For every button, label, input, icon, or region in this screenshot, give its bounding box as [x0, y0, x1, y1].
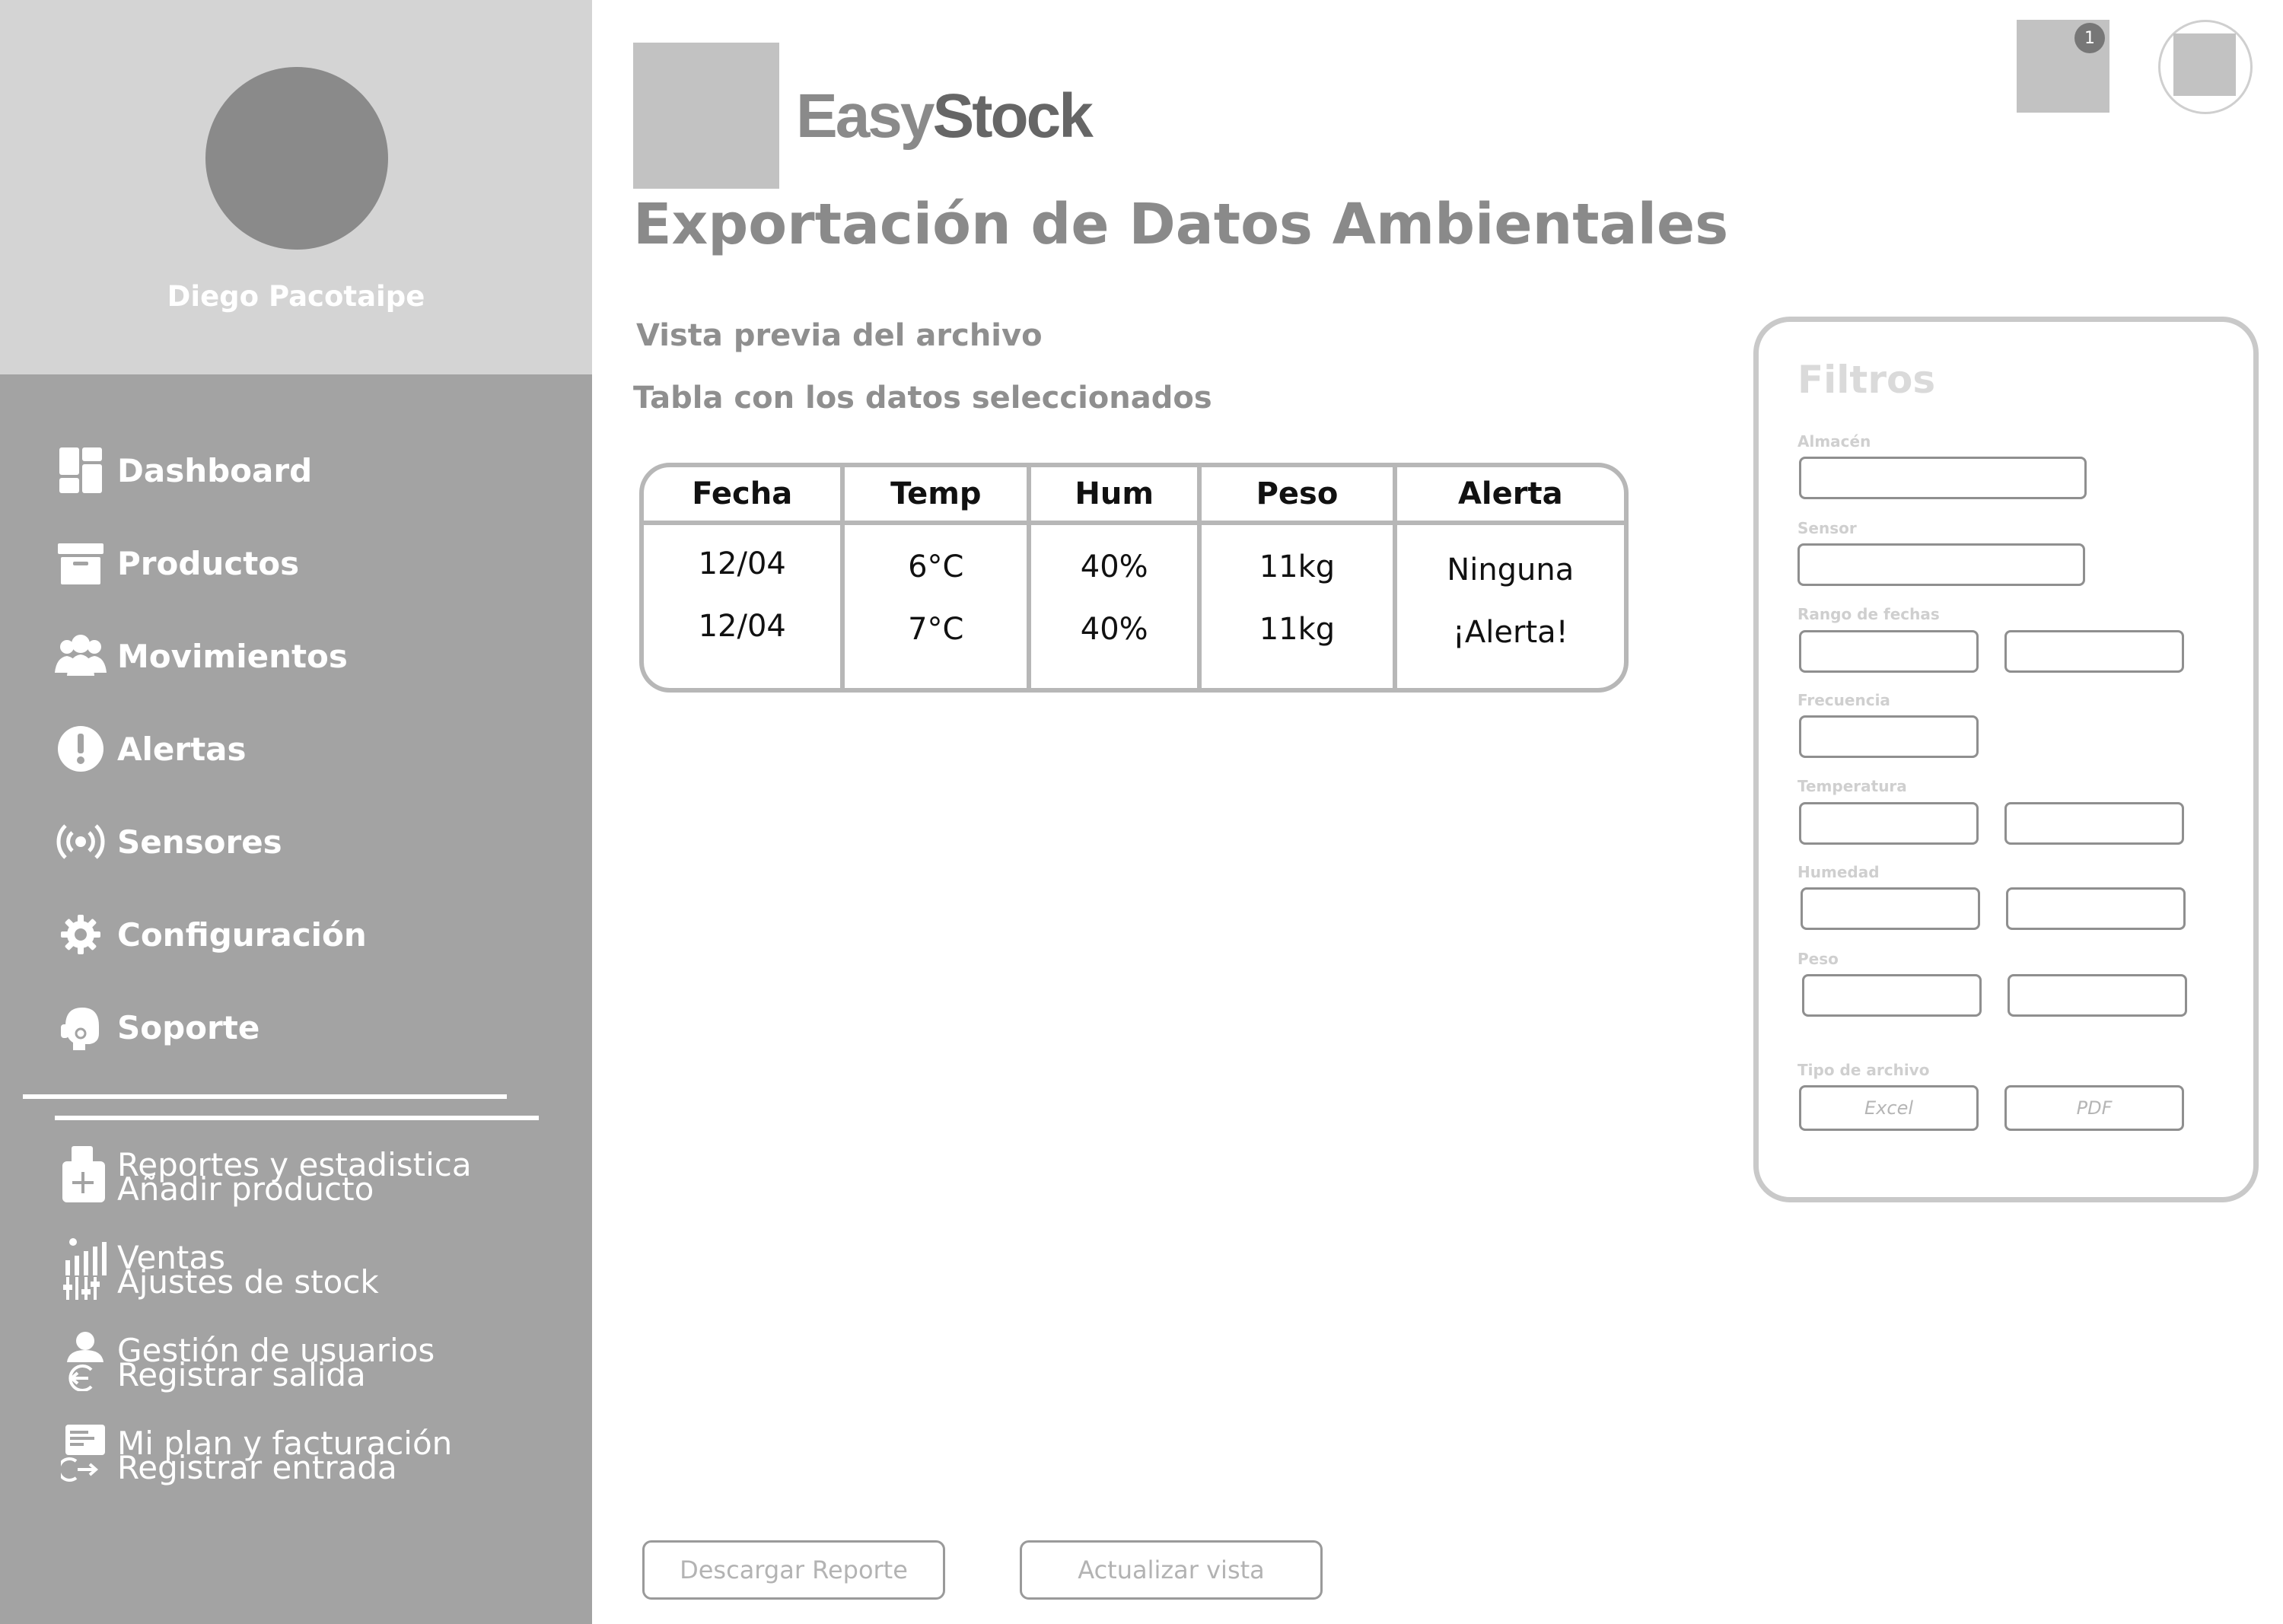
sidebar-item-label: Añadir producto — [117, 1170, 374, 1208]
cell-text: 12/04 — [698, 609, 786, 644]
date-from-input[interactable] — [1799, 630, 1979, 673]
cell-text: 11kg — [1259, 612, 1336, 647]
cell-text: 12/04 — [698, 546, 786, 581]
weight-min-input[interactable] — [1802, 974, 1982, 1017]
cell-text: 40% — [1080, 549, 1148, 584]
column-header: Hum — [1029, 467, 1202, 525]
avatar[interactable] — [205, 67, 388, 250]
preview-label: Vista previa del archivo — [636, 318, 1043, 353]
table-row: 12/04 12/04 6°C 7°C 40% 40% 11kg 11kg Ningun… — [644, 523, 1624, 688]
user-exit-icon — [61, 1330, 114, 1392]
refresh-view-button[interactable]: Actualizar vista — [1020, 1540, 1323, 1600]
sidebar-item-productos[interactable]: Productos — [53, 533, 540, 594]
table-cell: 6°C 7°C — [842, 523, 1032, 688]
data-table-container: Fecha Temp Hum Peso Alerta 12/04 12/04 6°… — [639, 463, 1629, 693]
sidebar-item-plan-entrada[interactable]: Mi plan y facturación Registrar entrada — [53, 1409, 510, 1501]
column-header: Temp — [842, 467, 1032, 525]
sidebar-item-alertas[interactable]: Alertas — [53, 718, 540, 779]
sales-chart-icon — [61, 1237, 114, 1300]
table-cell: 40% 40% — [1029, 523, 1202, 688]
sidebar-item-label: Sensores — [117, 823, 282, 861]
archive-box-icon — [53, 536, 108, 591]
page-title: Exportación de Datos Ambientales — [633, 192, 1729, 257]
support-headset-icon — [53, 1000, 108, 1055]
sensor-input[interactable] — [1797, 543, 2085, 586]
cell-text: Ninguna — [1447, 552, 1575, 588]
cell-text: 11kg — [1259, 549, 1336, 584]
almacen-label: Almacén — [1797, 432, 1871, 451]
humidity-max-input[interactable] — [2006, 887, 2186, 930]
sidebar-item-label: Movimientos — [117, 637, 348, 675]
column-header: Alerta — [1394, 467, 1624, 525]
sidebar-divider — [55, 1116, 539, 1120]
humidity-min-input[interactable] — [1801, 887, 1980, 930]
weight-label: Peso — [1797, 950, 1839, 968]
cell-text: 40% — [1080, 612, 1148, 647]
humidity-label: Humedad — [1797, 863, 1880, 881]
sidebar-item-label: Alertas — [117, 730, 247, 768]
cell-text: ¡Alerta! — [1452, 615, 1568, 650]
sidebar-item-label: Dashboard — [117, 451, 313, 489]
users-icon — [53, 629, 108, 683]
file-type-label: Tipo de archivo — [1797, 1061, 1930, 1079]
table-cell: Ninguna ¡Alerta! — [1395, 523, 1624, 688]
cell-text: 6°C — [908, 549, 964, 584]
sidebar-item-movimientos[interactable]: Movimientos — [53, 626, 540, 686]
dashboard-icon — [53, 443, 108, 498]
sidebar-item-label: Registrar entrada — [117, 1449, 397, 1486]
frequency-label: Frecuencia — [1797, 691, 1890, 709]
table-label: Tabla con los datos seleccionados — [633, 381, 1212, 416]
sidebar-item-sensores[interactable]: Sensores — [53, 811, 540, 872]
temperature-min-input[interactable] — [1799, 802, 1979, 845]
column-header: Peso — [1199, 467, 1397, 525]
sidebar-item-reportes-anadir[interactable]: Reportes y estadistica Añadir producto — [53, 1131, 510, 1222]
sidebar-item-dashboard[interactable]: Dashboard — [53, 440, 540, 501]
notification-badge: 1 — [2074, 23, 2105, 53]
almacen-input[interactable] — [1799, 457, 2087, 499]
sidebar-item-label: Ajustes de stock — [117, 1263, 379, 1301]
temperature-max-input[interactable] — [2004, 802, 2184, 845]
sidebar-item-label: Configuración — [117, 915, 367, 954]
sidebar-item-soporte[interactable]: Soporte — [53, 997, 540, 1058]
account-image — [2173, 33, 2236, 96]
sidebar-item-label: Registrar salida — [117, 1356, 366, 1393]
table-cell: 11kg 11kg — [1199, 523, 1397, 688]
data-table: Fecha Temp Hum Peso Alerta 12/04 12/04 6°… — [644, 467, 1624, 688]
sensor-signal-icon — [53, 814, 108, 869]
brand-easy: Easy — [796, 81, 935, 151]
brand-stock: Stock — [932, 81, 1094, 151]
cell-text: 7°C — [908, 612, 964, 647]
sidebar-item-usuarios-salida[interactable]: Gestión de usuarios Registrar salida — [53, 1317, 510, 1408]
report-add-icon — [61, 1145, 114, 1205]
sidebar-item-label: Soporte — [117, 1008, 260, 1046]
alert-icon — [53, 721, 108, 776]
date-range-label: Rango de fechas — [1797, 605, 1940, 623]
download-report-button[interactable]: Descargar Reporte — [642, 1540, 945, 1600]
excel-button[interactable]: Excel — [1799, 1085, 1979, 1131]
sidebar-item-label: Productos — [117, 544, 300, 582]
frequency-input[interactable] — [1799, 715, 1979, 758]
temperature-label: Temperatura — [1797, 777, 1907, 795]
date-to-input[interactable] — [2004, 630, 2184, 673]
sidebar-divider — [23, 1094, 507, 1099]
weight-max-input[interactable] — [2008, 974, 2187, 1017]
sensor-label: Sensor — [1797, 519, 1857, 537]
sidebar-item-ventas-ajustes[interactable]: Ventas Ajustes de stock — [53, 1224, 510, 1315]
sidebar-item-configuracion[interactable]: Configuración — [53, 904, 540, 965]
table-cell: 12/04 12/04 — [644, 523, 845, 688]
billing-entry-icon — [57, 1423, 114, 1484]
logo-placeholder — [633, 43, 779, 189]
filters-title: Filtros — [1797, 358, 1936, 402]
gear-icon — [53, 907, 108, 962]
pdf-button[interactable]: PDF — [2004, 1085, 2184, 1131]
table-header-row: Fecha Temp Hum Peso Alerta — [644, 467, 1624, 525]
user-name: Diego Pacotaipe — [167, 280, 425, 313]
brand-name: EasyStock — [796, 81, 1094, 152]
column-header: Fecha — [644, 467, 845, 525]
